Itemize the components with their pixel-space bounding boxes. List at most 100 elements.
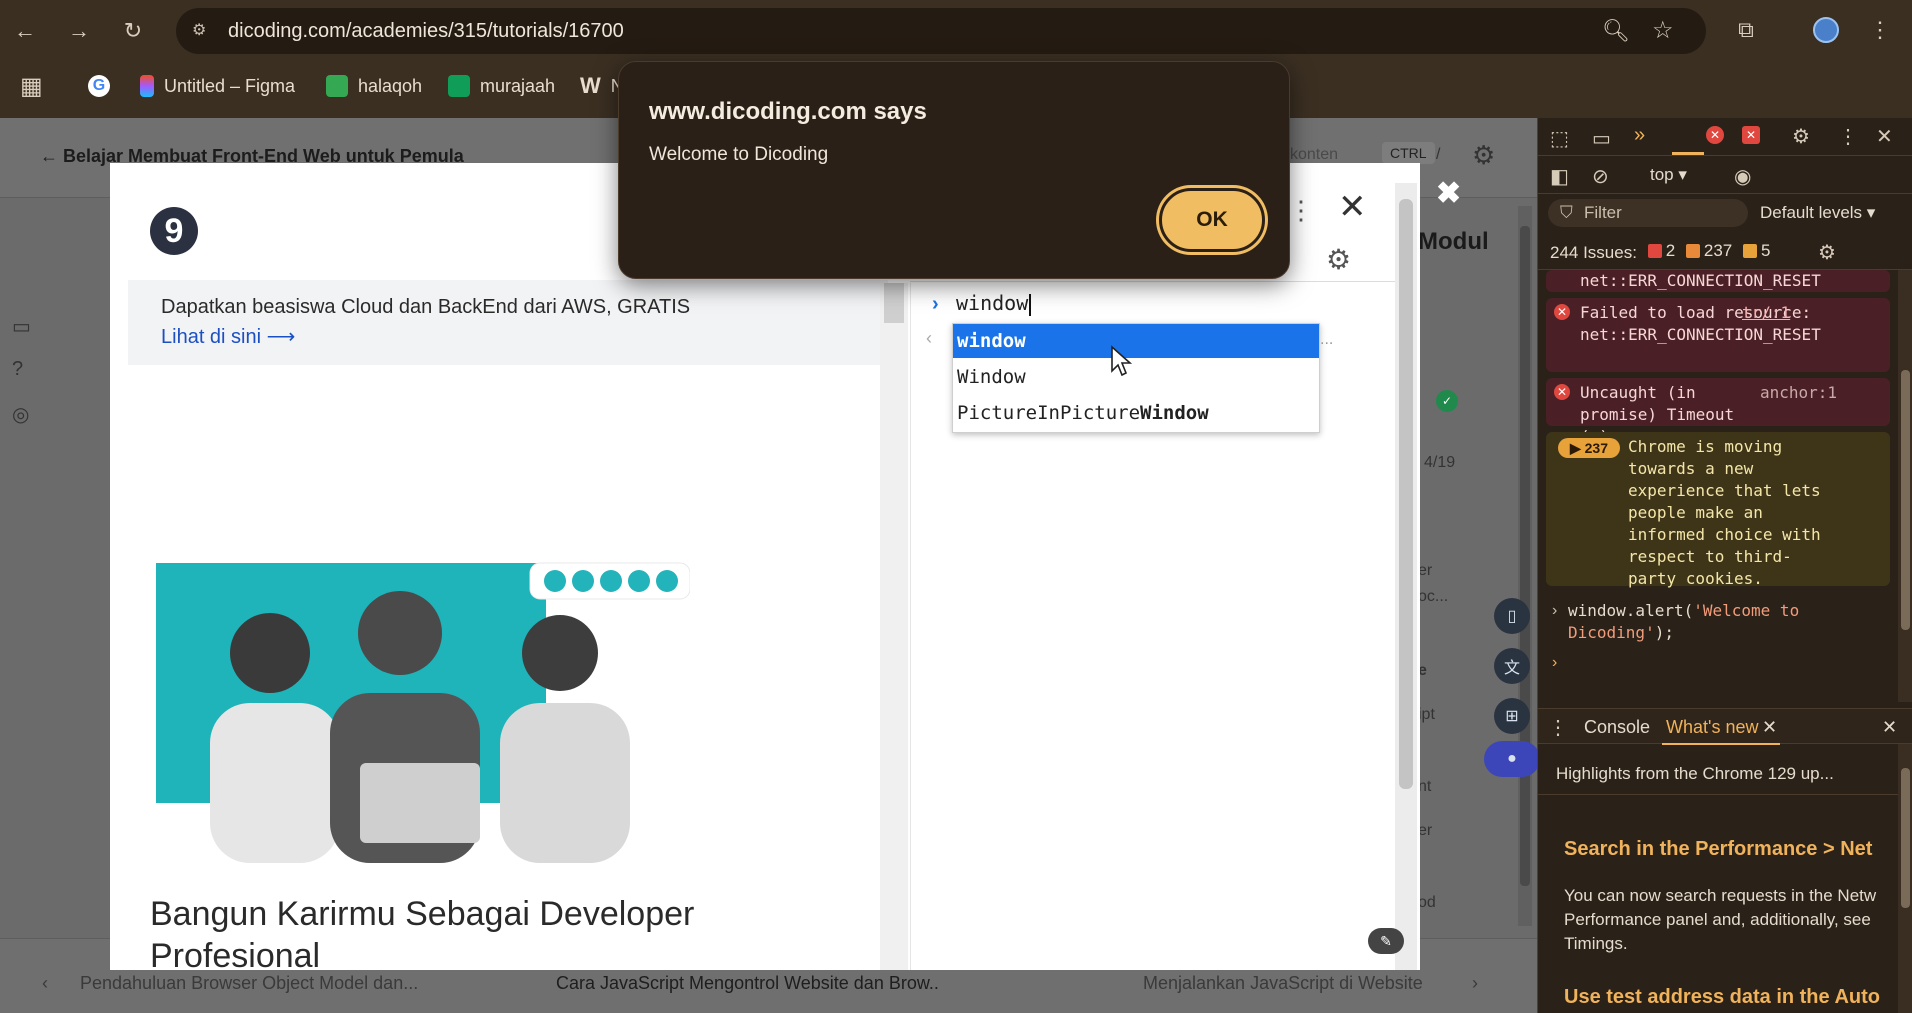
- profile-avatar-icon[interactable]: [1810, 14, 1842, 46]
- console-return-icon: ‹: [926, 328, 932, 348]
- extensions-icon[interactable]: ⧉: [1730, 14, 1762, 46]
- filter-bar: ⛉ Filter Default levels ▾: [1538, 194, 1912, 232]
- modul-title: Modul: [1418, 228, 1489, 255]
- menu-kebab-icon[interactable]: ⋮: [1864, 14, 1896, 46]
- repeat-count-badge[interactable]: ▶ 237: [1558, 438, 1620, 458]
- drawer-tabs: ⋮ Console What's new ✕ ✕: [1538, 708, 1912, 745]
- scroll-thumb[interactable]: [1399, 199, 1413, 789]
- figma-icon: [140, 75, 154, 97]
- live-expression-icon[interactable]: ◉: [1734, 164, 1751, 189]
- issues-label: 244 Issues:: [1550, 243, 1637, 262]
- drawer-menu-icon[interactable]: ⋮: [1548, 715, 1568, 740]
- reload-icon[interactable]: ↻: [116, 14, 150, 48]
- bookmark-murajaah[interactable]: murajaah: [448, 72, 555, 100]
- ok-button[interactable]: OK: [1159, 188, 1265, 252]
- ellipsis: ...: [1320, 331, 1334, 348]
- tab-console[interactable]: Console: [1584, 717, 1650, 738]
- zoom-icon[interactable]: 🔍︎: [1602, 18, 1630, 44]
- book-icon[interactable]: ▯: [1494, 598, 1530, 634]
- address-bar[interactable]: ⚙ dicoding.com/academies/315/tutorials/1…: [176, 8, 1706, 54]
- hero-illustration: [210, 562, 690, 863]
- bookmark-star-icon[interactable]: ☆: [1652, 16, 1674, 45]
- bookmark-halaqoh[interactable]: halaqoh: [326, 72, 422, 100]
- devtools-toolbar: ⬚ ▭ » ✕ ✕ ⚙ ⋮ ✕: [1538, 118, 1912, 156]
- close-icon[interactable]: ✕: [1338, 187, 1367, 227]
- autocomplete-item[interactable]: PictureInPictureWindow: [953, 396, 1319, 430]
- console-message-error: net::ERR_CONNECTION_RESET: [1546, 270, 1890, 292]
- drawer-close-icon[interactable]: ✕: [1882, 717, 1897, 738]
- console-scrollbar[interactable]: [1898, 270, 1912, 702]
- source-link[interactable]: tr/:1: [1742, 302, 1790, 324]
- promo-link[interactable]: Lihat di sini ⟶: [161, 324, 295, 349]
- magic-wand-icon[interactable]: ✎: [1368, 928, 1404, 954]
- log-levels-dropdown[interactable]: Default levels ▾: [1760, 203, 1875, 223]
- discussion-icon[interactable]: ▭: [12, 314, 38, 340]
- page-counter: 4/19: [1424, 454, 1456, 471]
- autocomplete-match: Window: [1140, 402, 1209, 424]
- issues-settings-icon[interactable]: ⚙: [1818, 240, 1836, 265]
- site-settings-icon[interactable]: ⚙: [192, 20, 214, 42]
- autocomplete-item[interactable]: Window: [953, 360, 1319, 394]
- modal-scrollbar[interactable]: [1395, 183, 1417, 970]
- next-lesson-link[interactable]: Menjalankan JavaScript di Website: [1143, 973, 1423, 994]
- devtools-close-icon[interactable]: ✕: [1876, 124, 1893, 149]
- autocomplete-item[interactable]: window: [953, 324, 1319, 358]
- console-settings-icon[interactable]: ⚙: [1326, 243, 1351, 276]
- url-text[interactable]: dicoding.com/academies/315/tutorials/167…: [228, 20, 624, 43]
- message-text: Chrome is moving towards a new experienc…: [1628, 437, 1821, 588]
- assistant-icon[interactable]: ●: [1484, 741, 1540, 777]
- context-selector[interactable]: top ▾: [1650, 165, 1687, 185]
- settings-gear-icon[interactable]: ⚙: [1472, 140, 1495, 171]
- drawer-scrollbar[interactable]: [1898, 744, 1912, 1013]
- clear-console-icon[interactable]: ⊘: [1592, 164, 1609, 189]
- sidebar-toggle-icon[interactable]: ◧: [1550, 164, 1569, 189]
- more-tabs-icon[interactable]: »: [1634, 124, 1645, 147]
- next-chevron-icon[interactable]: ›: [1472, 973, 1478, 994]
- inspect-icon[interactable]: ⬚: [1550, 126, 1569, 151]
- console-command: window.alert('Welcome to Dicoding');: [1568, 600, 1838, 644]
- bookmark-figma[interactable]: Untitled – Figma: [140, 72, 295, 100]
- console-prompt-icon[interactable]: ›: [1552, 654, 1557, 672]
- scroll-thumb[interactable]: [884, 283, 904, 323]
- translate-icon[interactable]: 文: [1494, 648, 1530, 684]
- forward-arrow-icon[interactable]: →: [62, 14, 96, 48]
- console-message-warning: ▶ 237 Chrome is moving towards a new exp…: [1546, 432, 1890, 588]
- apps-grid-icon[interactable]: ▦: [20, 72, 43, 101]
- dicoding-logo: 9: [150, 207, 198, 255]
- support-icon[interactable]: ◎: [12, 402, 38, 428]
- back-arrow-icon[interactable]: ←: [8, 14, 42, 48]
- demo-scrollbar[interactable]: [880, 283, 908, 970]
- search-hint[interactable]: konten: [1290, 146, 1338, 164]
- devtools-menu-icon[interactable]: ⋮: [1838, 124, 1858, 149]
- device-toggle-icon[interactable]: ▭: [1592, 126, 1611, 151]
- overlay-close-icon[interactable]: ✖: [1436, 176, 1461, 211]
- filter-input[interactable]: ⛉ Filter: [1548, 199, 1748, 227]
- apps-icon[interactable]: ⊞: [1494, 698, 1530, 734]
- page-scrollbar[interactable]: [1518, 206, 1532, 926]
- issues-warnings-badge: 237: [1685, 241, 1733, 261]
- console-prompt-icon: ›: [932, 293, 939, 315]
- scroll-thumb[interactable]: [1520, 226, 1530, 886]
- autocomplete-list: window Window PictureInPictureWindow: [952, 323, 1320, 433]
- cmd-code: window.alert(: [1568, 601, 1694, 620]
- issues-summary[interactable]: 244 Issues: 2 237 5: [1550, 241, 1770, 263]
- list-item: ipt: [1418, 706, 1435, 723]
- whats-new-heading: Search in the Performance > Net: [1564, 838, 1873, 860]
- source-link[interactable]: anchor:1: [1760, 382, 1837, 404]
- devtools-settings-icon[interactable]: ⚙: [1792, 124, 1810, 149]
- list-item: er: [1418, 562, 1433, 579]
- error-count-icon[interactable]: ✕: [1706, 126, 1724, 144]
- scroll-thumb[interactable]: [1901, 370, 1910, 630]
- help-icon[interactable]: ?: [12, 358, 38, 384]
- prev-lesson-link[interactable]: Pendahuluan Browser Object Model dan...: [80, 973, 418, 994]
- more-options-icon[interactable]: ⋮: [1288, 195, 1314, 226]
- bookmark-google[interactable]: G: [88, 72, 110, 100]
- filter-placeholder: Filter: [1584, 203, 1622, 222]
- tab-whats-new[interactable]: What's new: [1666, 717, 1758, 738]
- close-tab-icon[interactable]: ✕: [1762, 717, 1777, 738]
- issues-warnings-count: 237: [1703, 241, 1733, 260]
- prev-chevron-icon[interactable]: ‹: [42, 973, 48, 994]
- scroll-thumb[interactable]: [1901, 768, 1910, 908]
- console-input[interactable]: window: [956, 291, 1032, 316]
- issue-count-icon[interactable]: ✕: [1742, 126, 1760, 144]
